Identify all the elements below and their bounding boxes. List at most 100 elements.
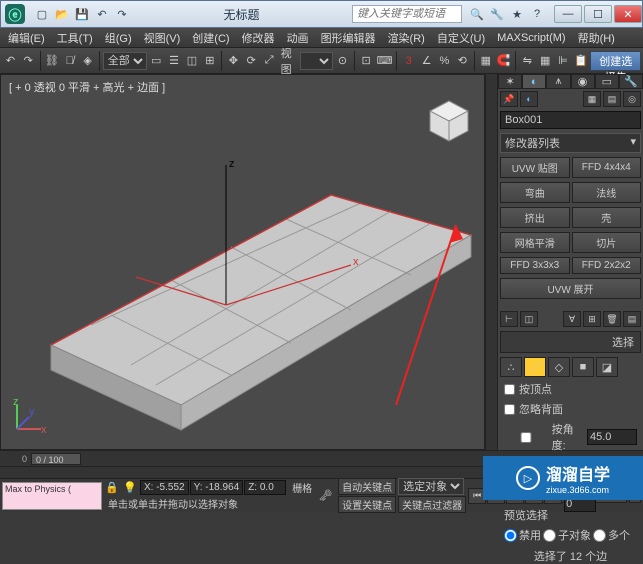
- snap-icon[interactable]: 3: [400, 50, 417, 72]
- pivot-icon[interactable]: ⊙: [334, 50, 351, 72]
- menu-edit[interactable]: 编辑(E): [2, 30, 51, 46]
- angle-spinner[interactable]: [587, 429, 637, 445]
- close-button[interactable]: ✕: [614, 5, 642, 23]
- tab-display[interactable]: ▭: [595, 74, 619, 89]
- time-slider[interactable]: 0 / 100: [31, 453, 81, 465]
- viewport[interactable]: [ + 0 透视 0 平滑 + 高光 + 边面 ] x z: [0, 74, 485, 450]
- keyfilter-button[interactable]: 关键点过滤器: [398, 496, 466, 513]
- stack-del-icon[interactable]: 🗑: [603, 311, 621, 327]
- tab-create[interactable]: ✶: [498, 74, 522, 89]
- star-icon[interactable]: ★: [508, 5, 526, 23]
- btn-shell[interactable]: 壳: [572, 207, 642, 228]
- menu-animation[interactable]: 动画: [281, 30, 315, 46]
- minimize-button[interactable]: —: [554, 5, 582, 23]
- new-icon[interactable]: ▢: [33, 5, 51, 23]
- btn-bend[interactable]: 弯曲: [500, 182, 570, 203]
- mirror-icon[interactable]: ⇋: [519, 50, 536, 72]
- menu-help[interactable]: 帮助(H): [572, 30, 621, 46]
- tab-hierarchy[interactable]: ⩚: [546, 74, 570, 89]
- btn-ffd3[interactable]: FFD 3x3x3: [500, 257, 570, 274]
- cp-b-icon[interactable]: ▤: [603, 91, 621, 107]
- array-icon[interactable]: ▦: [537, 50, 554, 72]
- selection-filter[interactable]: 全部: [103, 52, 147, 70]
- btn-uvwmap[interactable]: UVW 贴图: [500, 157, 570, 178]
- tab-motion[interactable]: ◉: [571, 74, 595, 89]
- menu-group[interactable]: 组(G): [99, 30, 138, 46]
- isolate-icon[interactable]: 💡: [122, 481, 138, 494]
- open-icon[interactable]: 📂: [53, 5, 71, 23]
- menu-maxscript[interactable]: MAXScript(M): [491, 32, 571, 44]
- spinner-snap-icon[interactable]: ⟲: [454, 50, 471, 72]
- select-name-icon[interactable]: ☰: [166, 50, 183, 72]
- select-icon[interactable]: ▭: [148, 50, 165, 72]
- wrench-icon[interactable]: 🔧: [488, 5, 506, 23]
- menu-create[interactable]: 创建(C): [186, 30, 235, 46]
- subobj-element[interactable]: ◪: [596, 357, 618, 377]
- radio-multi[interactable]: 多个: [593, 527, 630, 543]
- align-icon[interactable]: ⊫: [555, 50, 572, 72]
- radio-subobj[interactable]: 子对象: [543, 527, 591, 543]
- scale-icon[interactable]: ⤢: [261, 50, 278, 72]
- ref-coord-select[interactable]: [300, 52, 333, 70]
- subobj-polygon[interactable]: ■: [572, 357, 594, 377]
- window-crossing-icon[interactable]: ⊞: [201, 50, 218, 72]
- lock-icon[interactable]: 🔒: [104, 481, 120, 494]
- bind-icon[interactable]: ◈: [79, 50, 96, 72]
- chk-byvertex[interactable]: 按顶点: [504, 381, 637, 397]
- btn-meshsmooth[interactable]: 网格平滑: [500, 232, 570, 253]
- subobj-vertex[interactable]: ∴: [500, 357, 522, 377]
- coord-x[interactable]: X: -5.552: [140, 480, 189, 495]
- btn-ffd4[interactable]: FFD 4x4x4: [572, 157, 642, 178]
- rollout-selection[interactable]: 选择: [500, 331, 641, 353]
- redo-icon[interactable]: ↷: [113, 5, 131, 23]
- layer-icon[interactable]: 📋: [572, 50, 589, 72]
- menu-customize[interactable]: 自定义(U): [431, 30, 491, 46]
- unlink-icon[interactable]: ⛓̸: [61, 50, 78, 72]
- btn-slice[interactable]: 切片: [572, 232, 642, 253]
- btn-extrude[interactable]: 挤出: [500, 207, 570, 228]
- binoculars-icon[interactable]: 🔍: [468, 5, 486, 23]
- maximize-button[interactable]: ☐: [584, 5, 612, 23]
- stack-cfg-icon[interactable]: ▤: [623, 311, 641, 327]
- rotate-icon[interactable]: ⟳: [243, 50, 260, 72]
- create-selection-set-button[interactable]: 创建选择集: [590, 51, 641, 71]
- magnet-icon[interactable]: 🧲: [495, 50, 512, 72]
- key-icon[interactable]: 🗝: [318, 489, 332, 502]
- stack-pin-icon[interactable]: ⊢: [500, 311, 518, 327]
- named-selset-icon[interactable]: ▦: [477, 50, 494, 72]
- app-icon[interactable]: ⓔ: [5, 4, 25, 24]
- btn-ffd2[interactable]: FFD 2x2x2: [572, 257, 642, 274]
- radio-off[interactable]: 禁用: [504, 527, 541, 543]
- menu-modifiers[interactable]: 修改器: [236, 30, 281, 46]
- angle-snap-icon[interactable]: ∠: [418, 50, 435, 72]
- stack-a-icon[interactable]: ∀: [563, 311, 581, 327]
- btn-normal[interactable]: 法线: [572, 182, 642, 203]
- cp-a-icon[interactable]: ▦: [583, 91, 601, 107]
- modifier-list-dropdown[interactable]: 修改器列表▾: [500, 133, 641, 153]
- subobj-edge[interactable]: ／: [524, 357, 546, 377]
- script-listener[interactable]: Max to Physics (: [2, 482, 102, 510]
- tab-utilities[interactable]: 🔧: [619, 74, 643, 89]
- undo-icon[interactable]: ↶: [93, 5, 111, 23]
- stack-show-icon[interactable]: ◫: [520, 311, 538, 327]
- object-name-field[interactable]: Box001: [500, 111, 641, 129]
- manipulate-icon[interactable]: ⊡: [358, 50, 375, 72]
- keyboard-icon[interactable]: ⌨: [376, 50, 394, 72]
- chk-byangle[interactable]: 按角度:: [504, 421, 583, 453]
- setkey-button[interactable]: 设置关键点: [338, 496, 396, 513]
- undo-tb-icon[interactable]: ↶: [2, 50, 19, 72]
- btn-uvwunwrap[interactable]: UVW 展开: [500, 278, 641, 299]
- redo-tb-icon[interactable]: ↷: [20, 50, 37, 72]
- percent-snap-icon[interactable]: %: [436, 50, 453, 72]
- chk-ignorebackface[interactable]: 忽略背面: [504, 401, 637, 417]
- menu-tools[interactable]: 工具(T): [51, 30, 99, 46]
- viewcube[interactable]: [424, 95, 474, 145]
- menu-grapheditor[interactable]: 图形编辑器: [315, 30, 382, 46]
- link-icon[interactable]: ⛓: [43, 50, 60, 72]
- move-icon[interactable]: ✥: [225, 50, 242, 72]
- keymode-select[interactable]: 选定对象: [398, 478, 464, 495]
- pin-icon[interactable]: 📌: [500, 91, 518, 107]
- subobj-border[interactable]: ◇: [548, 357, 570, 377]
- coord-z[interactable]: Z: 0.0: [244, 480, 286, 495]
- select-region-icon[interactable]: ◫: [184, 50, 201, 72]
